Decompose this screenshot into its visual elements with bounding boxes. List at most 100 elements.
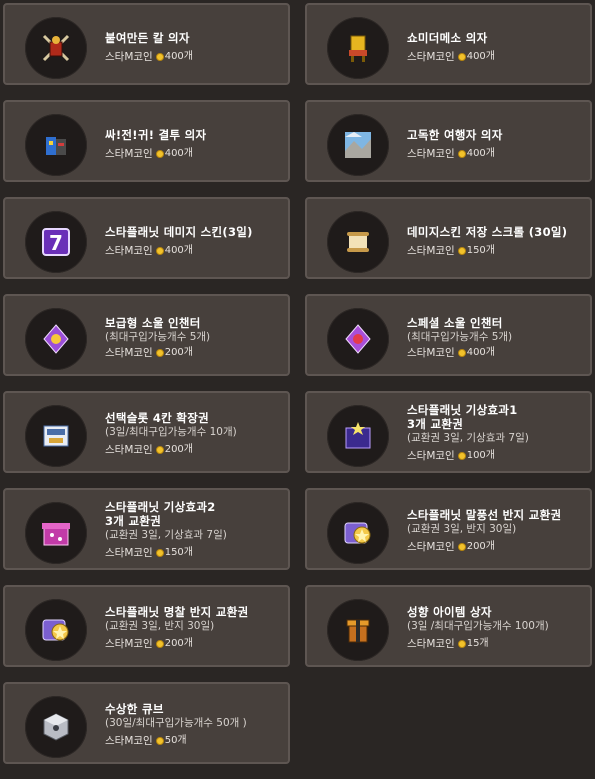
item-name: 선택슬롯 4칸 확장권: [105, 411, 209, 425]
price-amount: 400개: [164, 148, 193, 159]
shop-item-card[interactable]: 스타플래닛 명찰 반지 교환권 (교환권 3일, 반지 30일) 스타M코인 20…: [3, 585, 290, 667]
item-description: (3일/최대구입가능개수 10개): [105, 426, 237, 438]
item-description: (교환권 3일, 기상효과 7일): [407, 432, 529, 444]
nametag-ring-ticket-icon: [42, 619, 69, 641]
item-description: (교환권 3일, 기상효과 7일): [105, 529, 227, 541]
item-thumbnail: [25, 405, 87, 467]
price-amount: 200개: [466, 541, 495, 552]
shop-item-card[interactable]: 스타플래닛 말풍선 반지 교환권 (교환권 3일, 반지 30일) 스타M코인 2…: [305, 488, 592, 570]
price-amount: 200개: [164, 444, 193, 455]
item-thumbnail: [327, 502, 389, 564]
shop-item-card[interactable]: 보급형 소울 인챈터 (최대구입가능개수 5개) 스타M코인 200개: [3, 294, 290, 376]
item-thumbnail: [327, 308, 389, 370]
currency-label: 스타M코인: [105, 51, 153, 63]
price-amount: 400개: [466, 51, 495, 62]
currency-label: 스타M코인: [407, 347, 455, 359]
coin-icon: [457, 349, 466, 357]
item-name: 스타플래닛 기상효과1 3개 교환권: [407, 403, 518, 431]
shop-item-card[interactable]: 싸!전!귀! 결투 의자 스타M코인 400개: [3, 100, 290, 182]
item-name: 성향 아이템 상자: [407, 605, 492, 619]
soul-enchanter-icon: [43, 324, 69, 354]
price-amount: 200개: [164, 347, 193, 358]
item-thumbnail: [25, 17, 87, 79]
item-thumbnail: [25, 114, 87, 176]
ring-ticket-icon: [344, 522, 371, 544]
item-name: 수상한 큐브: [105, 702, 164, 716]
item-thumbnail: [327, 211, 389, 273]
coin-icon: [155, 640, 164, 648]
currency-label: 스타M코인: [407, 450, 455, 462]
item-description: (최대구입가능개수 5개): [407, 331, 513, 343]
item-name: 스타플래닛 말풍선 반지 교환권: [407, 508, 562, 522]
currency-label: 스타M코인: [105, 638, 153, 650]
item-price: 스타M코인 200개: [407, 540, 586, 554]
price-amount: 100개: [466, 450, 495, 461]
item-name: 쇼미더메소 의자: [407, 31, 488, 45]
shop-item-card[interactable]: 스타플래닛 기상효과1 3개 교환권 (교환권 3일, 기상효과 7일) 스타M…: [305, 391, 592, 473]
currency-label: 스타M코인: [105, 735, 153, 747]
item-description: (교환권 3일, 반지 30일): [407, 523, 517, 535]
gold-chair-icon: [349, 35, 367, 62]
price-amount: 150개: [466, 245, 495, 256]
currency-label: 스타M코인: [105, 148, 153, 160]
item-name: 붙여만든 칼 의자: [105, 31, 190, 45]
cube-icon: [43, 713, 69, 741]
item-price: 스타M코인 150개: [105, 546, 284, 560]
item-price: 스타M코인 400개: [407, 346, 586, 360]
price-amount: 400개: [164, 245, 193, 256]
item-price: 스타M코인 100개: [407, 449, 586, 463]
currency-label: 스타M코인: [105, 245, 153, 257]
coin-icon: [155, 150, 164, 158]
trait-box-icon: [346, 619, 370, 643]
coin-icon: [457, 247, 466, 255]
item-price: 스타M코인 400개: [407, 50, 586, 64]
item-thumbnail: [327, 599, 389, 661]
item-thumbnail: [25, 696, 87, 758]
shop-item-card[interactable]: 고독한 여행자 의자 스타M코인 400개: [305, 100, 592, 182]
coin-icon: [457, 640, 466, 648]
duel-chair-icon: [46, 137, 66, 155]
item-price: 스타M코인 200개: [105, 443, 284, 457]
shop-item-card[interactable]: 쇼미더메소 의자 스타M코인 400개: [305, 3, 592, 85]
weather-box-pink-icon: [42, 523, 70, 546]
shop-item-card[interactable]: 스타플래닛 기상효과2 3개 교환권 (교환권 3일, 기상효과 7일) 스타M…: [3, 488, 290, 570]
coin-icon: [155, 737, 164, 745]
shop-item-card[interactable]: 7 스타플래닛 데미지 스킨(3일) 스타M코인 400개: [3, 197, 290, 279]
item-description: (최대구입가능개수 5개): [105, 331, 211, 343]
shop-grid: 붙여만든 칼 의자 스타M코인 400개 쇼미더메소 의자 스타M코인 400개: [0, 0, 595, 779]
item-description: (30일/최대구입가능개수 50개 ): [105, 717, 247, 729]
item-thumbnail: [25, 308, 87, 370]
slot-ticket-icon: [43, 425, 69, 447]
shop-item-card[interactable]: 수상한 큐브 (30일/최대구입가능개수 50개 ) 스타M코인 50개: [3, 682, 290, 764]
shop-item-card[interactable]: 데미지스킨 저장 스크롤 (30일) 스타M코인 150개: [305, 197, 592, 279]
item-thumbnail: [25, 502, 87, 564]
item-price: 스타M코인 200개: [105, 346, 284, 360]
item-description: (3일 /최대구입가능개수 100개): [407, 620, 549, 632]
coin-icon: [155, 446, 164, 454]
item-price: 스타M코인 15개: [407, 637, 586, 651]
special-soul-enchanter-icon: [345, 324, 371, 354]
price-amount: 50개: [164, 735, 187, 746]
item-thumbnail: [25, 599, 87, 661]
item-thumbnail: 7: [25, 211, 87, 273]
item-name: 스페셜 소울 인챈터: [407, 316, 503, 330]
shop-item-card[interactable]: 붙여만든 칼 의자 스타M코인 400개: [3, 3, 290, 85]
damage-skin-icon: 7: [42, 228, 70, 256]
shop-item-card[interactable]: 성향 아이템 상자 (3일 /최대구입가능개수 100개) 스타M코인 15개: [305, 585, 592, 667]
shop-item-card[interactable]: 선택슬롯 4칸 확장권 (3일/최대구입가능개수 10개) 스타M코인 200개: [3, 391, 290, 473]
coin-icon: [155, 53, 164, 61]
price-amount: 400개: [164, 51, 193, 62]
currency-label: 스타M코인: [407, 51, 455, 63]
item-thumbnail: [327, 114, 389, 176]
weather-box-purple-icon: [345, 422, 371, 449]
coin-icon: [457, 452, 466, 460]
item-name: 싸!전!귀! 결투 의자: [105, 128, 207, 142]
item-name: 스타플래닛 기상효과2 3개 교환권: [105, 500, 216, 528]
price-amount: 15개: [466, 638, 489, 649]
item-name: 스타플래닛 명찰 반지 교환권: [105, 605, 249, 619]
item-thumbnail: [327, 17, 389, 79]
shop-item-card[interactable]: 스페셜 소울 인챈터 (최대구입가능개수 5개) 스타M코인 400개: [305, 294, 592, 376]
traveler-chair-icon: [345, 132, 371, 158]
item-thumbnail: [327, 405, 389, 467]
currency-label: 스타M코인: [105, 444, 153, 456]
